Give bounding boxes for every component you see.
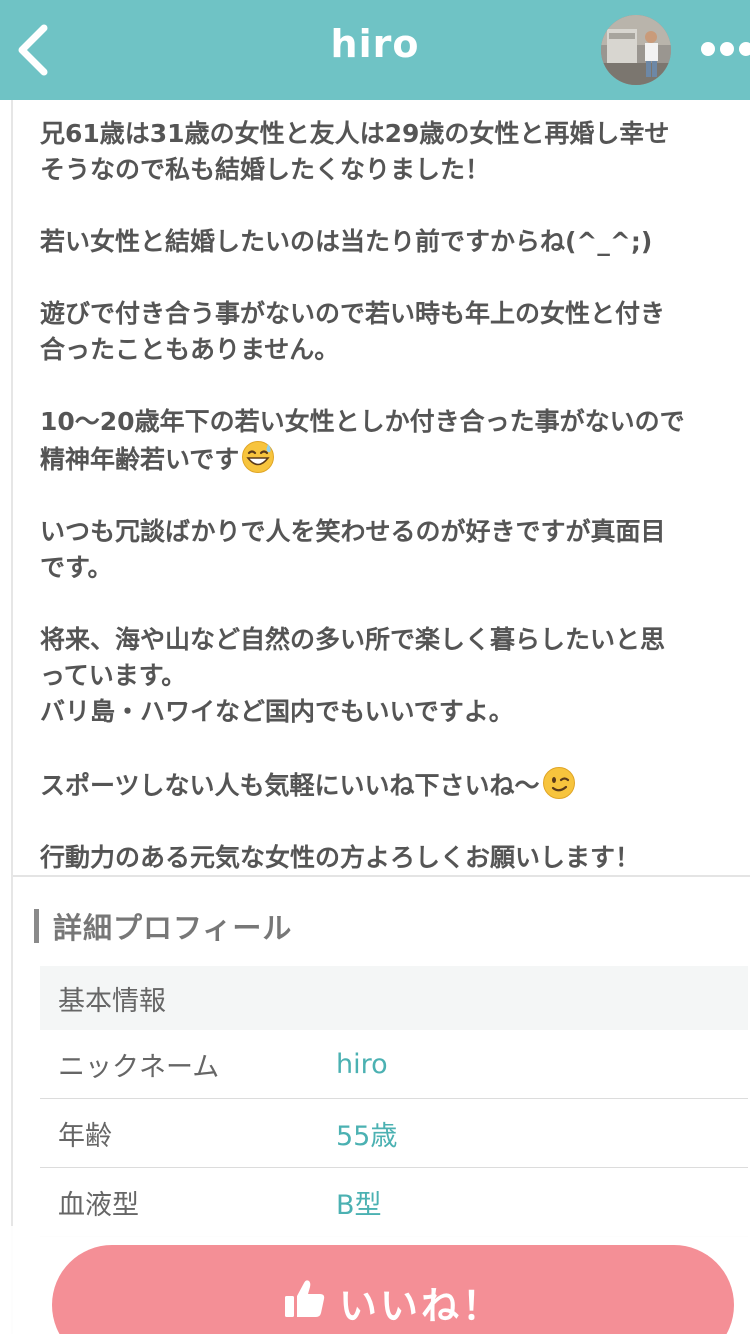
intro-paragraph: 兄61歳は31歳の女性と友人は29歳の女性と再婚し幸せ そうなので私も結婚したく… [40, 119, 670, 184]
table-row: 年齢 55歳 [40, 1099, 748, 1168]
header-bar: hiro [0, 0, 750, 100]
intro-paragraph: いつも冗談ばかりで人を笑わせるのが好きですが真面目 です。 [40, 517, 666, 582]
intro-paragraph-with-emoji: 10〜20歳年下の若い女性としか付き合った事がないので 精神年齢若いです [40, 404, 746, 478]
section-divider [13, 875, 750, 877]
avatar[interactable] [601, 15, 671, 85]
more-options-button[interactable] [696, 34, 750, 64]
intro-paragraph: 行動力のある元気な女性の方よろしくお願いします！ [40, 843, 641, 872]
grinning-sweat-emoji [242, 441, 275, 473]
table-row: ニックネーム hiro [40, 1030, 748, 1099]
intro-paragraph: 若い女性と結婚したいのは当たり前ですからね(^_^;) [40, 227, 653, 256]
thumbs-up-icon [284, 1280, 325, 1317]
row-label: 年齢 [58, 1120, 112, 1152]
row-value: B型 [336, 1189, 382, 1221]
row-value: hiro [336, 1048, 388, 1080]
intro-paragraph: 10〜20歳年下の若い女性としか付き合った事がないので 精神年齢若いです [40, 407, 685, 474]
like-button-label: いいね！ [338, 1284, 503, 1328]
row-label: ニックネーム [58, 1051, 220, 1083]
basic-info-header: 基本情報 [40, 966, 748, 1030]
detail-profile-heading: 詳細プロフィール [34, 906, 292, 946]
intro-paragraph: 遊びで付き合う事がないので若い時も年上の女性と付き 合ったこともありません。 [40, 299, 666, 364]
row-value: 55歳 [336, 1120, 398, 1152]
like-button[interactable]: いいね！ [52, 1245, 734, 1334]
intro-paragraph: スポーツしない人も気軽にいいね下さいね〜 [40, 771, 540, 800]
more-horizontal-icon [701, 42, 750, 56]
content-left-border [11, 100, 13, 1334]
row-label: 血液型 [58, 1189, 139, 1221]
avatar-photo [601, 15, 671, 85]
profile-screen: hiro 兄61歳は31歳の女性と友人は29歳の女性と再婚し幸せ そうなので私も… [0, 0, 750, 1334]
section-title: 詳細プロフィール [53, 911, 293, 945]
intro-paragraph-with-emoji: スポーツしない人も気軽にいいね下さいね〜 [40, 766, 746, 804]
intro-paragraph: 将来、海や山など自然の多い所で楽しく暮らしたいと思 っています。 バリ島・ハワイ… [40, 625, 666, 726]
basic-info-table: 基本情報 ニックネーム hiro 年齢 55歳 血液型 B型 [40, 966, 748, 1237]
heading-accent-bar [34, 909, 39, 943]
winking-face-emoji [542, 767, 575, 799]
self-introduction: 兄61歳は31歳の女性と友人は29歳の女性と再婚し幸せ そうなので私も結婚したく… [40, 116, 746, 876]
